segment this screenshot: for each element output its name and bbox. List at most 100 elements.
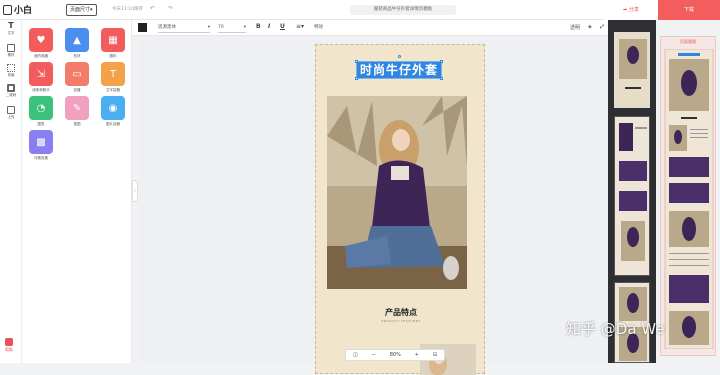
- element-panel: ♥ 我的收藏 ▲ 形状 ▦ 图标 ⇲ 线条和箭头 ▭ 容器 T 文字容器 ◔ 图…: [22, 20, 132, 363]
- triangle-icon: ▲: [65, 28, 89, 52]
- zoom-out-button[interactable]: −: [372, 352, 376, 358]
- sidebar-item-background[interactable]: 背景: [0, 64, 22, 78]
- page-thumbnail[interactable]: [662, 49, 716, 349]
- model-photo[interactable]: [327, 96, 467, 289]
- save-status: 今天11:10保存: [112, 7, 143, 12]
- redo-icon[interactable]: ↷: [168, 5, 173, 12]
- pencil-icon: ✎: [65, 96, 89, 120]
- transparency-button[interactable]: 透明: [570, 24, 580, 31]
- thumb-image: [615, 117, 649, 275]
- tile-label: 容器: [73, 88, 81, 92]
- design-page[interactable]: 时尚牛仔外套 产品特点 PRODUCT FEATURES: [315, 44, 486, 375]
- tile-label: 我的收藏: [34, 54, 48, 58]
- tile-lines-arrows[interactable]: ⇲ 线条和箭头: [28, 62, 54, 93]
- align-button[interactable]: ≡▾: [296, 23, 304, 30]
- sidebar-item-label: 文字: [7, 31, 15, 35]
- tile-favorites[interactable]: ♥ 我的收藏: [28, 28, 54, 59]
- font-family-select[interactable]: 思源黑体 ▾: [158, 23, 210, 33]
- tile-icons[interactable]: ▦ 图标: [100, 28, 126, 59]
- page-size-select[interactable]: 页面尺寸▾: [66, 4, 97, 16]
- tile-charts[interactable]: ◔ 图表: [28, 96, 54, 127]
- share-button[interactable]: ➦ 分享: [604, 0, 658, 20]
- logo-text: 小白: [14, 6, 33, 16]
- rotate-handle[interactable]: [398, 55, 401, 58]
- grid-view-icon[interactable]: ⊟: [433, 352, 437, 358]
- tile-image-containers[interactable]: ◉ 图片容器: [100, 96, 126, 127]
- font-size-value: 70: [218, 25, 224, 30]
- download-button[interactable]: 下载: [658, 0, 720, 20]
- tile-label: 插图: [73, 122, 81, 126]
- bold-button[interactable]: B: [256, 23, 261, 30]
- preview-thumb[interactable]: [614, 32, 650, 108]
- zoom-level: 80%: [389, 352, 401, 358]
- page-management-title[interactable]: 页面管理: [661, 39, 715, 45]
- resize-handle[interactable]: [440, 77, 443, 80]
- qrcode-icon: [7, 84, 15, 92]
- help-button[interactable]: 帮助: [5, 338, 13, 353]
- tile-containers[interactable]: ▭ 容器: [64, 62, 90, 93]
- underline-button[interactable]: U: [280, 23, 285, 30]
- preview-thumb[interactable]: [614, 116, 650, 276]
- logo-icon: [3, 4, 12, 15]
- help-icon: [5, 338, 13, 346]
- text-color-picker[interactable]: [138, 23, 147, 32]
- app-logo[interactable]: 小白: [3, 3, 32, 16]
- page-management-panel: 页面管理: [660, 36, 716, 356]
- sidebar-item-qrcode[interactable]: 二维码: [0, 84, 22, 98]
- sidebar-item-label: 素材: [7, 53, 15, 57]
- text-toolbar: 思源黑体 ▾ 70 ▾ B I U ≡▾ 特效 透明 ◈ ⤢: [132, 20, 608, 36]
- tile-label: 线条和箭头: [32, 88, 50, 92]
- tile-shapes[interactable]: ▲ 形状: [64, 28, 90, 59]
- top-bar: 小白 页面尺寸▾ 今天11:10保存 ↶ ↷ 服装商品牛仔外套详情页模板 ➦ 分…: [0, 0, 720, 20]
- preview-column: [608, 20, 656, 363]
- watermark: 知乎 @Da We: [566, 320, 665, 338]
- feature-subtitle[interactable]: PRODUCT FEATURES: [316, 319, 486, 323]
- sidebar-item-upload[interactable]: 上传: [0, 106, 22, 120]
- layer-icon[interactable]: ◈: [588, 24, 592, 30]
- resize-handle[interactable]: [355, 60, 358, 63]
- document-title-input[interactable]: 服装商品牛仔外套详情页模板: [350, 5, 456, 15]
- chevron-down-icon: ▾: [243, 25, 246, 30]
- model-photo-image: [327, 96, 467, 289]
- share-label: 分享: [628, 7, 639, 13]
- fullscreen-icon[interactable]: ⤢: [600, 24, 604, 30]
- selected-title-textbox[interactable]: 时尚牛仔外套: [355, 55, 443, 80]
- font-family-value: 思源黑体: [158, 25, 176, 30]
- tile-label: 图表: [37, 122, 45, 126]
- container-icon: ▭: [65, 62, 89, 86]
- title-text[interactable]: 时尚牛仔外套: [357, 62, 441, 78]
- arrow-icon: ⇲: [29, 62, 53, 86]
- heart-icon: ♥: [29, 28, 53, 52]
- effect-button[interactable]: 特效: [314, 24, 323, 30]
- chevron-down-icon: ▾: [207, 25, 210, 30]
- mosaic-icon: ▩: [29, 130, 53, 154]
- pie-chart-icon: ◔: [29, 96, 53, 120]
- thumb-image: [615, 33, 649, 107]
- background-icon: [7, 64, 15, 72]
- tile-label: 文字容器: [106, 88, 120, 92]
- undo-icon[interactable]: ↶: [150, 5, 155, 12]
- tile-label: 形状: [73, 54, 81, 58]
- zoom-in-button[interactable]: +: [415, 352, 419, 358]
- feature-title[interactable]: 产品特点: [316, 307, 486, 318]
- text-icon: T: [8, 21, 14, 30]
- sidebar-item-material[interactable]: 素材: [0, 44, 22, 58]
- zoom-bar: ◫ − 80% + ⊟: [345, 349, 445, 361]
- resize-handle[interactable]: [440, 60, 443, 63]
- material-icon: [7, 44, 15, 52]
- tile-label: 图标: [109, 54, 117, 58]
- resize-handle[interactable]: [355, 77, 358, 80]
- grid-icon: ▦: [101, 28, 125, 52]
- canvas-area: 时尚牛仔外套 产品特点 PRODUCT FEATURES: [138, 36, 608, 375]
- sidebar-item-text[interactable]: T 文字: [0, 22, 22, 36]
- font-size-select[interactable]: 70 ▾: [218, 23, 246, 33]
- help-label: 帮助: [5, 347, 13, 352]
- fit-icon[interactable]: ◫: [353, 352, 358, 358]
- sidebar-item-label: 上传: [7, 115, 15, 119]
- tile-mosaic[interactable]: ▩ 马赛克素: [28, 130, 54, 161]
- tile-illustrations[interactable]: ✎ 插图: [64, 96, 90, 127]
- tile-text-containers[interactable]: T 文字容器: [100, 62, 126, 93]
- sidebar-item-label: 二维码: [5, 93, 17, 97]
- upload-icon: [7, 106, 15, 114]
- italic-button[interactable]: I: [268, 23, 270, 30]
